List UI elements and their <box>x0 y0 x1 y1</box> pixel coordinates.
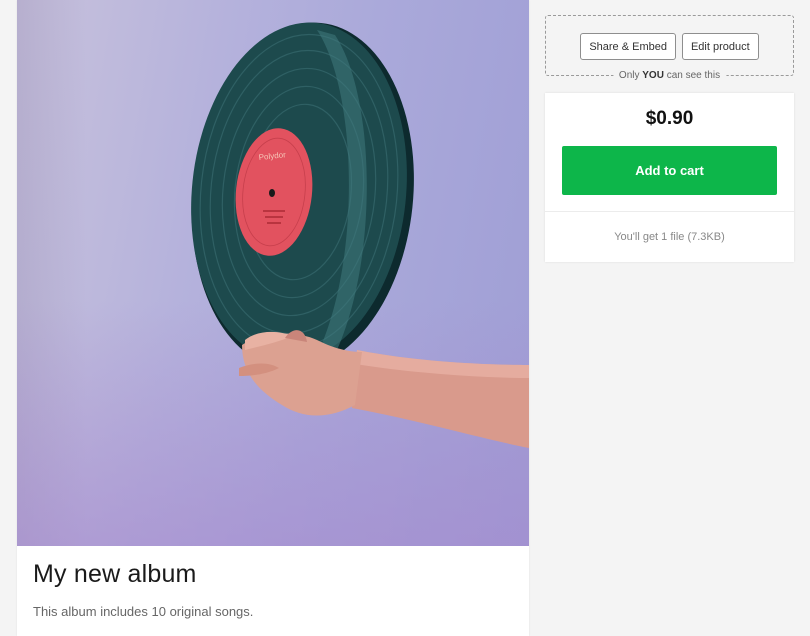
product-page: Polydor My new album This album includes… <box>0 0 810 636</box>
file-info: You'll get 1 file (7.3KB) <box>614 231 725 243</box>
edit-product-button[interactable]: Edit product <box>681 33 759 60</box>
add-to-cart-button[interactable]: Add to cart <box>562 146 777 195</box>
product-description: This album includes 10 original songs. <box>33 604 254 619</box>
divider <box>545 211 794 212</box>
product-title: My new album <box>33 560 197 588</box>
vinyl-record-illustration: Polydor <box>191 22 529 448</box>
owner-visibility-note: Only YOU can see this <box>612 70 727 81</box>
owner-tools-panel: Share & Embed Edit product Only YOU can … <box>545 15 794 81</box>
product-info: My new album This album includes 10 orig… <box>17 546 529 636</box>
product-price: $0.90 <box>645 108 694 129</box>
product-cover-image: Polydor <box>17 0 529 546</box>
share-embed-button[interactable]: Share & Embed <box>580 33 676 60</box>
purchase-card: $0.90 Add to cart You'll get 1 file (7.3… <box>545 93 794 262</box>
product-card: Polydor My new album This album includes… <box>17 0 529 636</box>
owner-actions: Share & Embed Edit product <box>546 33 793 60</box>
